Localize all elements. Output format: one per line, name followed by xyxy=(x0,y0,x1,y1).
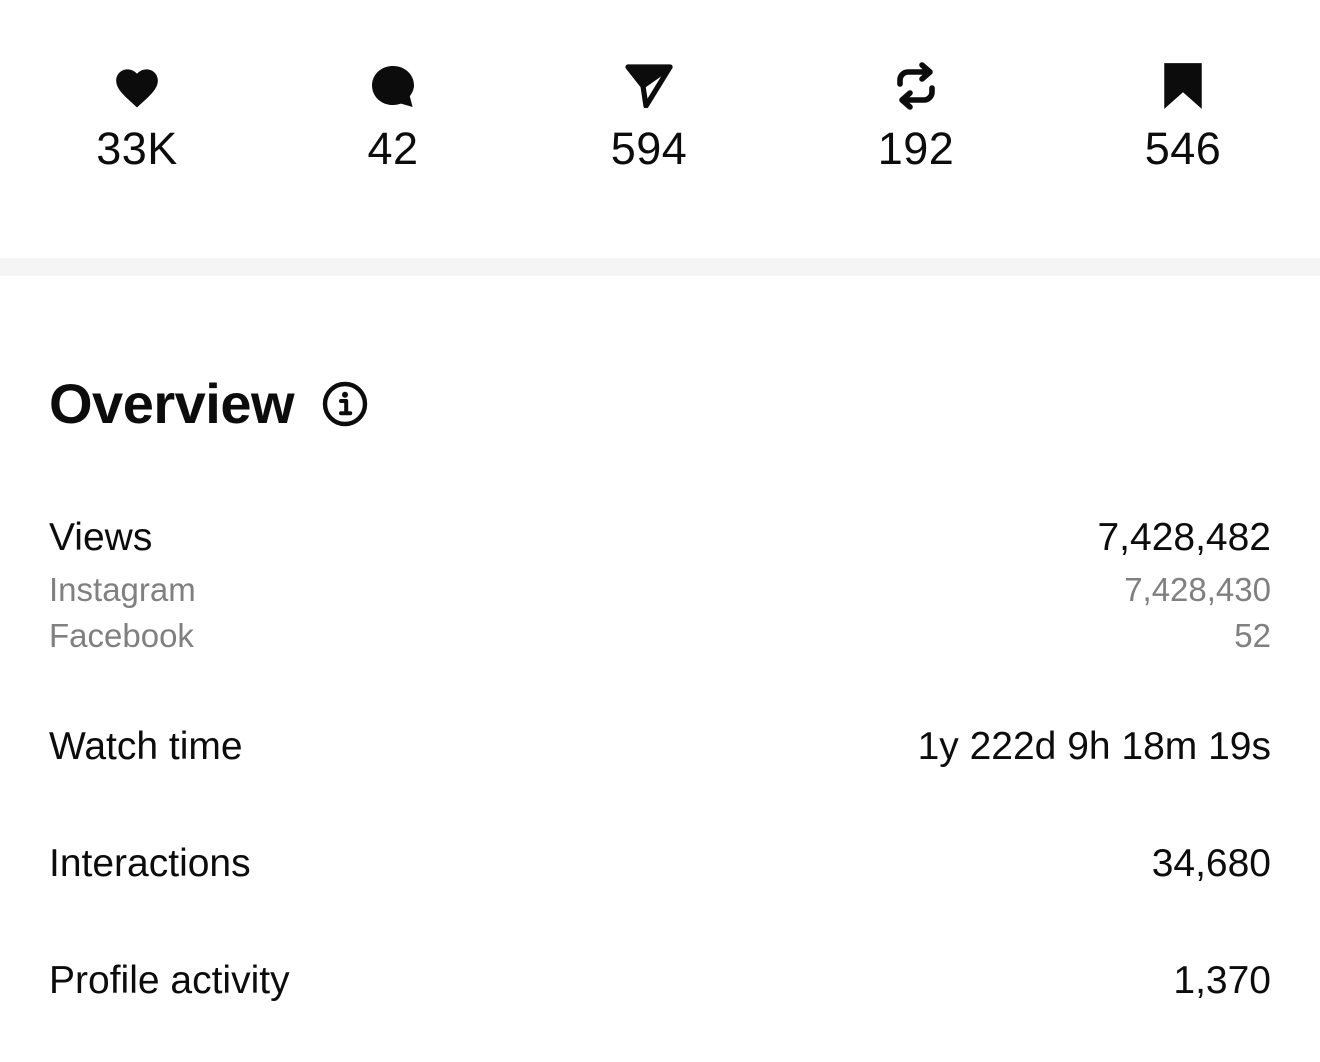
likes-stat[interactable]: 33K xyxy=(37,58,237,176)
reposts-stat[interactable]: 192 xyxy=(816,58,1016,176)
bookmark-icon xyxy=(1155,58,1211,114)
repost-icon xyxy=(888,58,944,114)
shares-stat[interactable]: 594 xyxy=(549,58,749,176)
overview-header: Overview xyxy=(49,366,370,442)
post-stats-bar: 33K 42 594 192 546 xyxy=(0,0,1320,258)
comment-icon xyxy=(365,58,421,114)
profile-activity-label: Profile activity xyxy=(49,959,290,1002)
send-icon xyxy=(621,58,677,114)
section-divider xyxy=(0,258,1320,276)
facebook-value: 52 xyxy=(1234,617,1271,654)
facebook-label: Facebook xyxy=(49,617,194,654)
instagram-views-row: Instagram 7,428,430 xyxy=(49,570,1271,610)
profile-activity-value: 1,370 xyxy=(1173,959,1271,1002)
saves-stat[interactable]: 546 xyxy=(1083,58,1283,176)
views-row[interactable]: Views 7,428,482 xyxy=(49,514,1271,562)
facebook-views-row: Facebook 52 xyxy=(49,616,1271,656)
watch-time-row[interactable]: Watch time 1y 222d 9h 18m 19s xyxy=(49,723,1271,771)
comments-stat[interactable]: 42 xyxy=(293,58,493,176)
reposts-count: 192 xyxy=(877,123,955,174)
interactions-value: 34,680 xyxy=(1151,842,1271,885)
views-label: Views xyxy=(49,516,153,559)
interactions-row[interactable]: Interactions 34,680 xyxy=(49,840,1271,888)
watch-time-value: 1y 222d 9h 18m 19s xyxy=(917,725,1271,768)
likes-count: 33K xyxy=(96,123,178,174)
profile-activity-row[interactable]: Profile activity 1,370 xyxy=(49,957,1271,1005)
views-value: 7,428,482 xyxy=(1097,516,1271,559)
saves-count: 546 xyxy=(1144,123,1222,174)
interactions-label: Interactions xyxy=(49,842,251,885)
info-icon[interactable] xyxy=(320,379,370,429)
comments-count: 42 xyxy=(367,123,419,174)
shares-count: 594 xyxy=(610,123,688,174)
instagram-value: 7,428,430 xyxy=(1124,571,1271,608)
overview-title: Overview xyxy=(49,372,295,435)
instagram-label: Instagram xyxy=(49,571,196,608)
heart-icon xyxy=(109,58,165,114)
watch-time-label: Watch time xyxy=(49,725,243,768)
